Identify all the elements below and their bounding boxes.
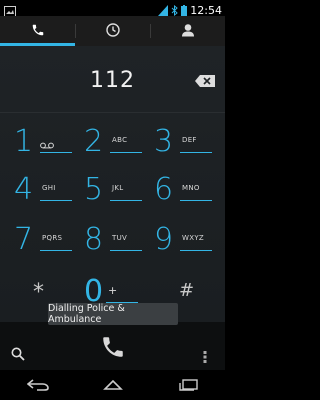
key-6[interactable]: 6 MNO	[150, 170, 212, 214]
recent-apps-button[interactable]	[177, 376, 199, 395]
key-digit: 5	[84, 172, 104, 207]
key-4[interactable]: 4 GHI	[10, 170, 72, 214]
key-letters: JKL	[112, 184, 124, 192]
key-underline	[180, 200, 212, 201]
key-underline	[40, 152, 72, 153]
tab-contacts[interactable]	[150, 16, 225, 46]
search-button[interactable]	[11, 346, 25, 365]
home-icon	[102, 376, 124, 395]
key-underline	[180, 152, 212, 153]
back-icon	[26, 376, 49, 395]
status-bar: 12:54	[0, 0, 225, 17]
toast-message: Dialling Police & Ambulance	[48, 303, 178, 325]
key-letters: DEF	[182, 136, 197, 144]
navigation-bar	[0, 370, 225, 400]
key-digit: 8	[84, 222, 104, 257]
key-digit: 9	[154, 222, 174, 257]
key-letters: GHI	[42, 184, 56, 192]
key-underline	[40, 250, 72, 251]
home-button[interactable]	[102, 376, 124, 395]
key-digit: 7	[14, 222, 34, 257]
tab-recents[interactable]	[75, 16, 150, 46]
clock-icon	[105, 22, 120, 41]
key-underline	[110, 250, 142, 251]
key-underline	[40, 200, 72, 201]
key-3[interactable]: 3 DEF	[150, 122, 212, 166]
tab-phone[interactable]	[0, 16, 75, 46]
overflow-icon	[203, 348, 207, 367]
search-icon	[11, 346, 25, 365]
key-underline	[110, 200, 142, 201]
tab-bar	[0, 16, 225, 46]
key-digit: 6	[154, 172, 174, 207]
call-button[interactable]	[100, 334, 126, 364]
dialer-action-bar	[0, 322, 225, 370]
divider	[0, 112, 225, 113]
key-digit: 3	[154, 124, 174, 159]
key-letters: WXYZ	[182, 234, 204, 242]
key-underline	[180, 250, 212, 251]
key-letters: +	[108, 284, 118, 297]
key-1[interactable]: 1	[10, 122, 72, 166]
dialed-number[interactable]: 112	[0, 68, 225, 93]
phone-icon	[100, 337, 126, 364]
overflow-menu-button[interactable]	[203, 348, 207, 367]
key-letters: MNO	[182, 184, 200, 192]
back-button[interactable]	[26, 376, 49, 395]
backspace-button[interactable]	[195, 72, 215, 91]
key-7[interactable]: 7 PQRS	[10, 220, 72, 264]
key-8[interactable]: 8 TUV	[80, 220, 142, 264]
key-hash[interactable]: #	[179, 280, 194, 301]
key-star[interactable]: *	[33, 280, 44, 305]
key-digit: 2	[84, 124, 104, 159]
backspace-icon	[195, 72, 215, 91]
person-icon	[181, 22, 195, 41]
recent-apps-icon	[177, 376, 199, 395]
key-letters: TUV	[112, 234, 128, 242]
voicemail-icon	[40, 134, 54, 153]
key-letters: PQRS	[42, 234, 63, 242]
key-underline	[110, 152, 142, 153]
key-letters: ABC	[112, 136, 128, 144]
key-digit: 4	[14, 172, 34, 207]
key-9[interactable]: 9 WXYZ	[150, 220, 212, 264]
key-digit: 1	[14, 124, 34, 159]
key-5[interactable]: 5 JKL	[80, 170, 142, 214]
key-2[interactable]: 2 ABC	[80, 122, 142, 166]
phone-icon	[31, 22, 45, 41]
